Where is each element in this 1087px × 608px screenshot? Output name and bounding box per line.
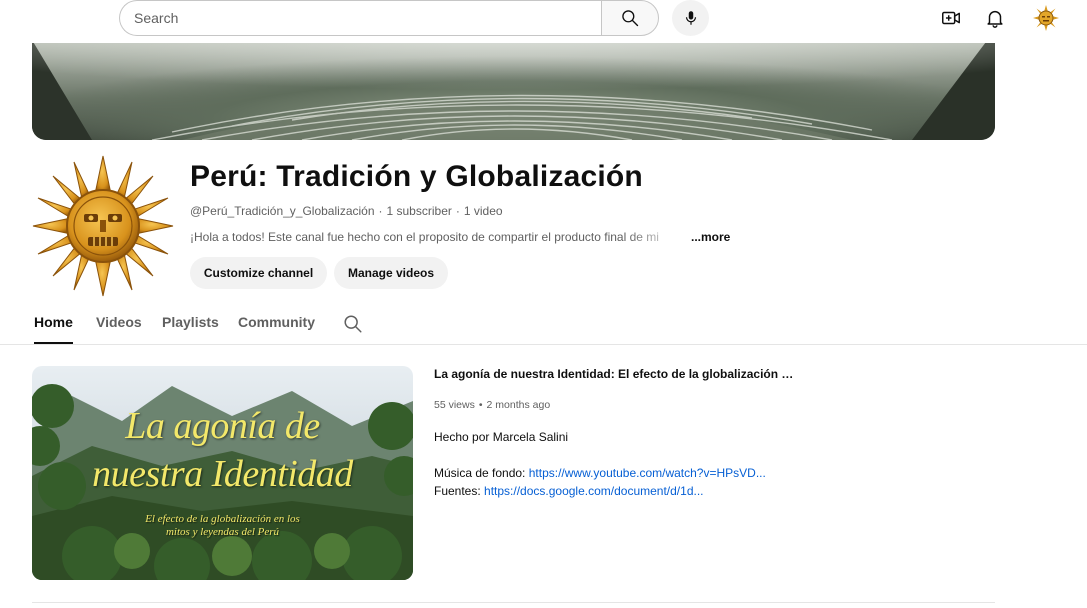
inti-sun-logo <box>32 155 174 297</box>
video-description-sources: Fuentes: https://docs.google.com/documen… <box>434 484 704 498</box>
music-label: Música de fondo: <box>434 466 529 480</box>
notifications-button[interactable] <box>981 4 1009 32</box>
more-link[interactable]: ...more <box>691 230 730 244</box>
meta-separator: · <box>455 204 460 218</box>
tab-playlists[interactable]: Playlists <box>162 314 219 344</box>
meta-separator: · <box>378 204 383 218</box>
tab-videos[interactable]: Videos <box>96 314 142 344</box>
channel-meta: @Perú_Tradición_y_Globalización · 1 subs… <box>190 204 503 218</box>
customize-channel-button[interactable]: Customize channel <box>190 257 327 289</box>
bell-icon <box>987 10 1003 28</box>
tab-home[interactable]: Home <box>34 314 73 344</box>
subscriber-count: 1 subscriber <box>386 204 452 218</box>
channel-description[interactable]: ¡Hola a todos! Este canal fue hecho con … <box>190 230 730 244</box>
top-bar <box>0 0 1087 43</box>
account-avatar[interactable] <box>1032 4 1060 32</box>
music-link[interactable]: https://www.youtube.com/watch?v=HPsVD... <box>529 466 766 480</box>
tab-community[interactable]: Community <box>238 314 315 344</box>
sources-link[interactable]: https://docs.google.com/document/d/1d... <box>484 484 703 498</box>
section-divider <box>32 602 995 603</box>
manage-videos-button[interactable]: Manage videos <box>334 257 448 289</box>
upload-age: 2 months ago <box>486 399 551 411</box>
search-input[interactable] <box>134 10 602 26</box>
search-icon <box>344 315 362 333</box>
search-field[interactable] <box>119 0 602 36</box>
featured-video-title[interactable]: La agonía de nuestra Identidad: El efect… <box>434 367 794 381</box>
create-button[interactable] <box>937 4 965 32</box>
search-icon <box>622 10 639 27</box>
voice-search-button[interactable] <box>672 0 709 36</box>
sources-label: Fuentes: <box>434 484 485 498</box>
thumbnail-title-line: La agonía de <box>125 405 320 447</box>
channel-search-button[interactable] <box>342 313 364 335</box>
view-count: 55 views <box>434 399 475 411</box>
channel-name: Perú: Tradición y Globalización <box>190 160 643 193</box>
channel-tabs: Home Videos Playlists Community <box>0 304 1087 345</box>
stat-separator: • <box>478 399 483 411</box>
channel-description-text: ¡Hola a todos! Este canal fue hecho con … <box>190 230 659 244</box>
video-description-music: Música de fondo: https://www.youtube.com… <box>434 466 766 480</box>
video-description-author: Hecho por Marcela Salini <box>434 430 569 444</box>
channel-avatar[interactable] <box>32 154 174 298</box>
channel-handle: @Perú_Tradición_y_Globalización <box>190 204 375 218</box>
create-video-icon <box>942 11 960 25</box>
featured-video-thumbnail[interactable]: La agonía de nuestra Identidad El efecto… <box>32 366 413 580</box>
microphone-icon <box>685 11 696 25</box>
featured-video-stats: 55 views • 2 months ago <box>434 399 550 411</box>
thumbnail-subtitle-line: mitos y leyendas del Perú <box>165 526 280 538</box>
thumbnail-title-line: nuestra Identidad <box>92 453 353 495</box>
video-count: 1 video <box>463 204 503 218</box>
top-bar-left <box>0 0 32 43</box>
thumbnail-subtitle-line: El efecto de la globalización en los <box>145 513 300 525</box>
sun-avatar-icon <box>1032 4 1060 32</box>
search-button[interactable] <box>601 0 659 36</box>
